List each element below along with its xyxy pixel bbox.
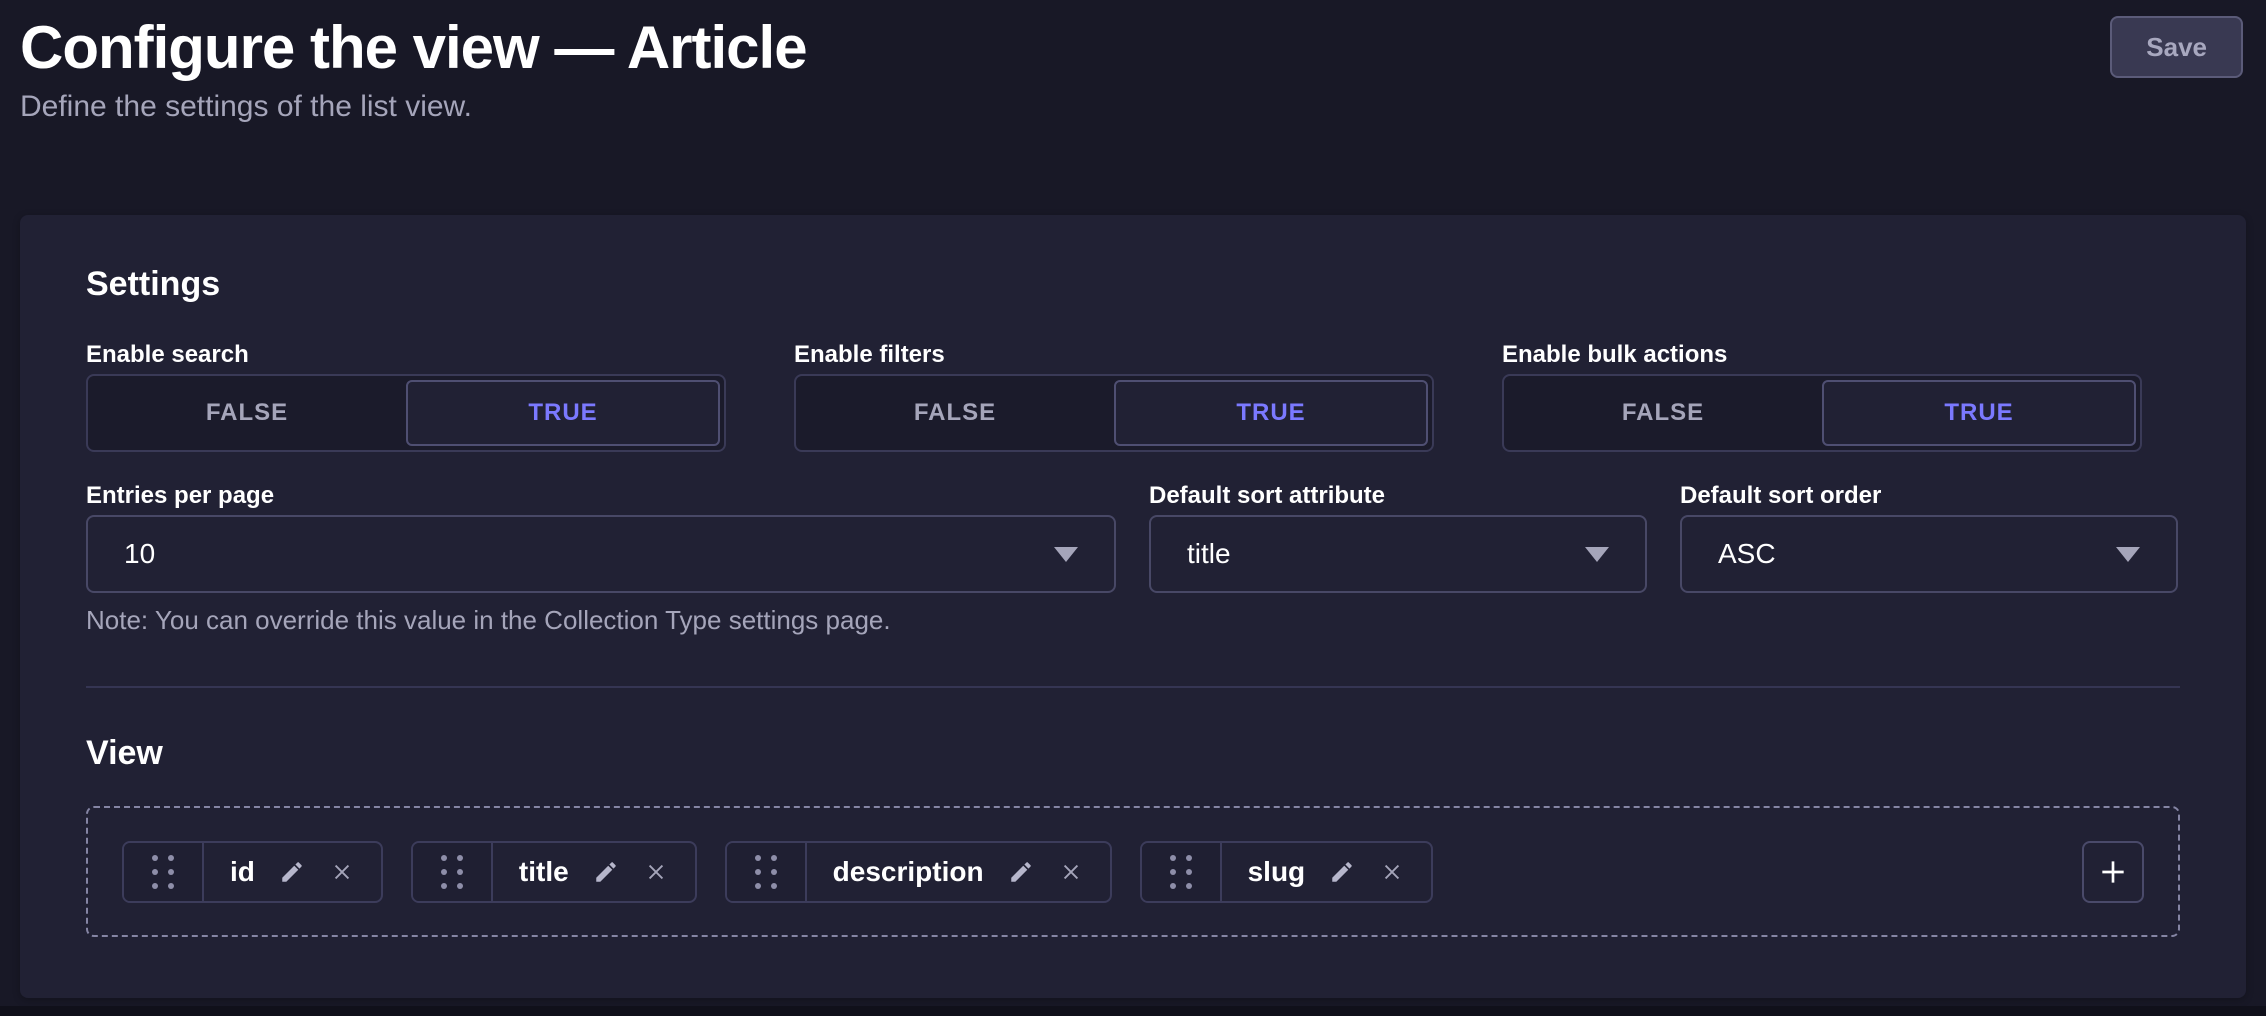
field-enable-bulk-actions: Enable bulk actions FALSE TRUE [1502,343,2142,452]
chip-label: title [519,856,569,888]
pencil-icon[interactable] [593,859,619,885]
chevron-down-icon [1054,547,1078,562]
field-chip-id: id [122,841,383,903]
enable-search-true-option[interactable]: TRUE [406,380,720,446]
enable-bulk-actions-true-option[interactable]: TRUE [1822,380,2136,446]
chip-label: slug [1248,856,1306,888]
settings-card: Settings Enable search FALSE TRUE Enable… [20,215,2246,998]
close-icon[interactable] [331,861,353,883]
field-label: Entries per page [86,484,1116,508]
field-enable-search: Enable search FALSE TRUE [86,343,726,452]
page-header: Configure the view — Article Define the … [0,0,2266,122]
enable-filters-true-option[interactable]: TRUE [1114,380,1428,446]
drag-handle-icon[interactable] [1142,843,1222,901]
close-icon[interactable] [1381,861,1403,883]
entries-per-page-note: Note: You can override this value in the… [86,605,1116,636]
field-chip-slug: slug [1140,841,1434,903]
chip-label: id [230,856,255,888]
selects-row: Entries per page 10 Note: You can overri… [86,484,2180,636]
select-value: title [1187,538,1231,570]
field-label: Default sort order [1680,484,2178,508]
field-entries-per-page: Entries per page 10 Note: You can overri… [86,484,1116,636]
enable-bulk-actions-toggle: FALSE TRUE [1502,374,2142,452]
pencil-icon[interactable] [279,859,305,885]
field-label: Enable bulk actions [1502,343,2142,367]
enable-search-false-option[interactable]: FALSE [88,376,406,450]
drag-handle-icon[interactable] [124,843,204,901]
default-sort-order-select[interactable]: ASC [1680,515,2178,593]
enable-filters-toggle: FALSE TRUE [794,374,1434,452]
close-icon[interactable] [1060,861,1082,883]
chevron-down-icon [2116,547,2140,562]
enable-filters-false-option[interactable]: FALSE [796,376,1114,450]
drag-handle-icon[interactable] [727,843,807,901]
window-bottom-edge [0,1006,2266,1016]
view-section-heading: View [86,736,2180,770]
pencil-icon[interactable] [1329,859,1355,885]
configure-view-page: { "header": { "title": "Configure the vi… [0,0,2266,1016]
plus-icon [2097,856,2129,888]
chevron-down-icon [1585,547,1609,562]
enable-search-toggle: FALSE TRUE [86,374,726,452]
settings-section-heading: Settings [86,215,2180,301]
save-button[interactable]: Save [2110,16,2243,78]
select-value: ASC [1718,538,1776,570]
page-title: Configure the view — Article [20,18,2246,78]
field-chip-description: description [725,841,1112,903]
default-sort-attribute-select[interactable]: title [1149,515,1647,593]
add-field-button[interactable] [2082,841,2144,903]
toggles-row: Enable search FALSE TRUE Enable filters … [86,343,2180,452]
field-chip-title: title [411,841,697,903]
entries-per-page-select[interactable]: 10 [86,515,1116,593]
field-default-sort-order: Default sort order ASC [1680,484,2178,636]
pencil-icon[interactable] [1008,859,1034,885]
field-label: Default sort attribute [1149,484,1647,508]
field-default-sort-attribute: Default sort attribute title [1149,484,1647,636]
page-subtitle: Define the settings of the list view. [20,92,2246,122]
field-label: Enable search [86,343,726,367]
drag-handle-icon[interactable] [413,843,493,901]
field-enable-filters: Enable filters FALSE TRUE [794,343,1434,452]
chip-label: description [833,856,984,888]
section-divider [86,686,2180,688]
close-icon[interactable] [645,861,667,883]
field-label: Enable filters [794,343,1434,367]
select-value: 10 [124,538,155,570]
view-fields-dropzone: id title description [86,806,2180,937]
enable-bulk-actions-false-option[interactable]: FALSE [1504,376,1822,450]
